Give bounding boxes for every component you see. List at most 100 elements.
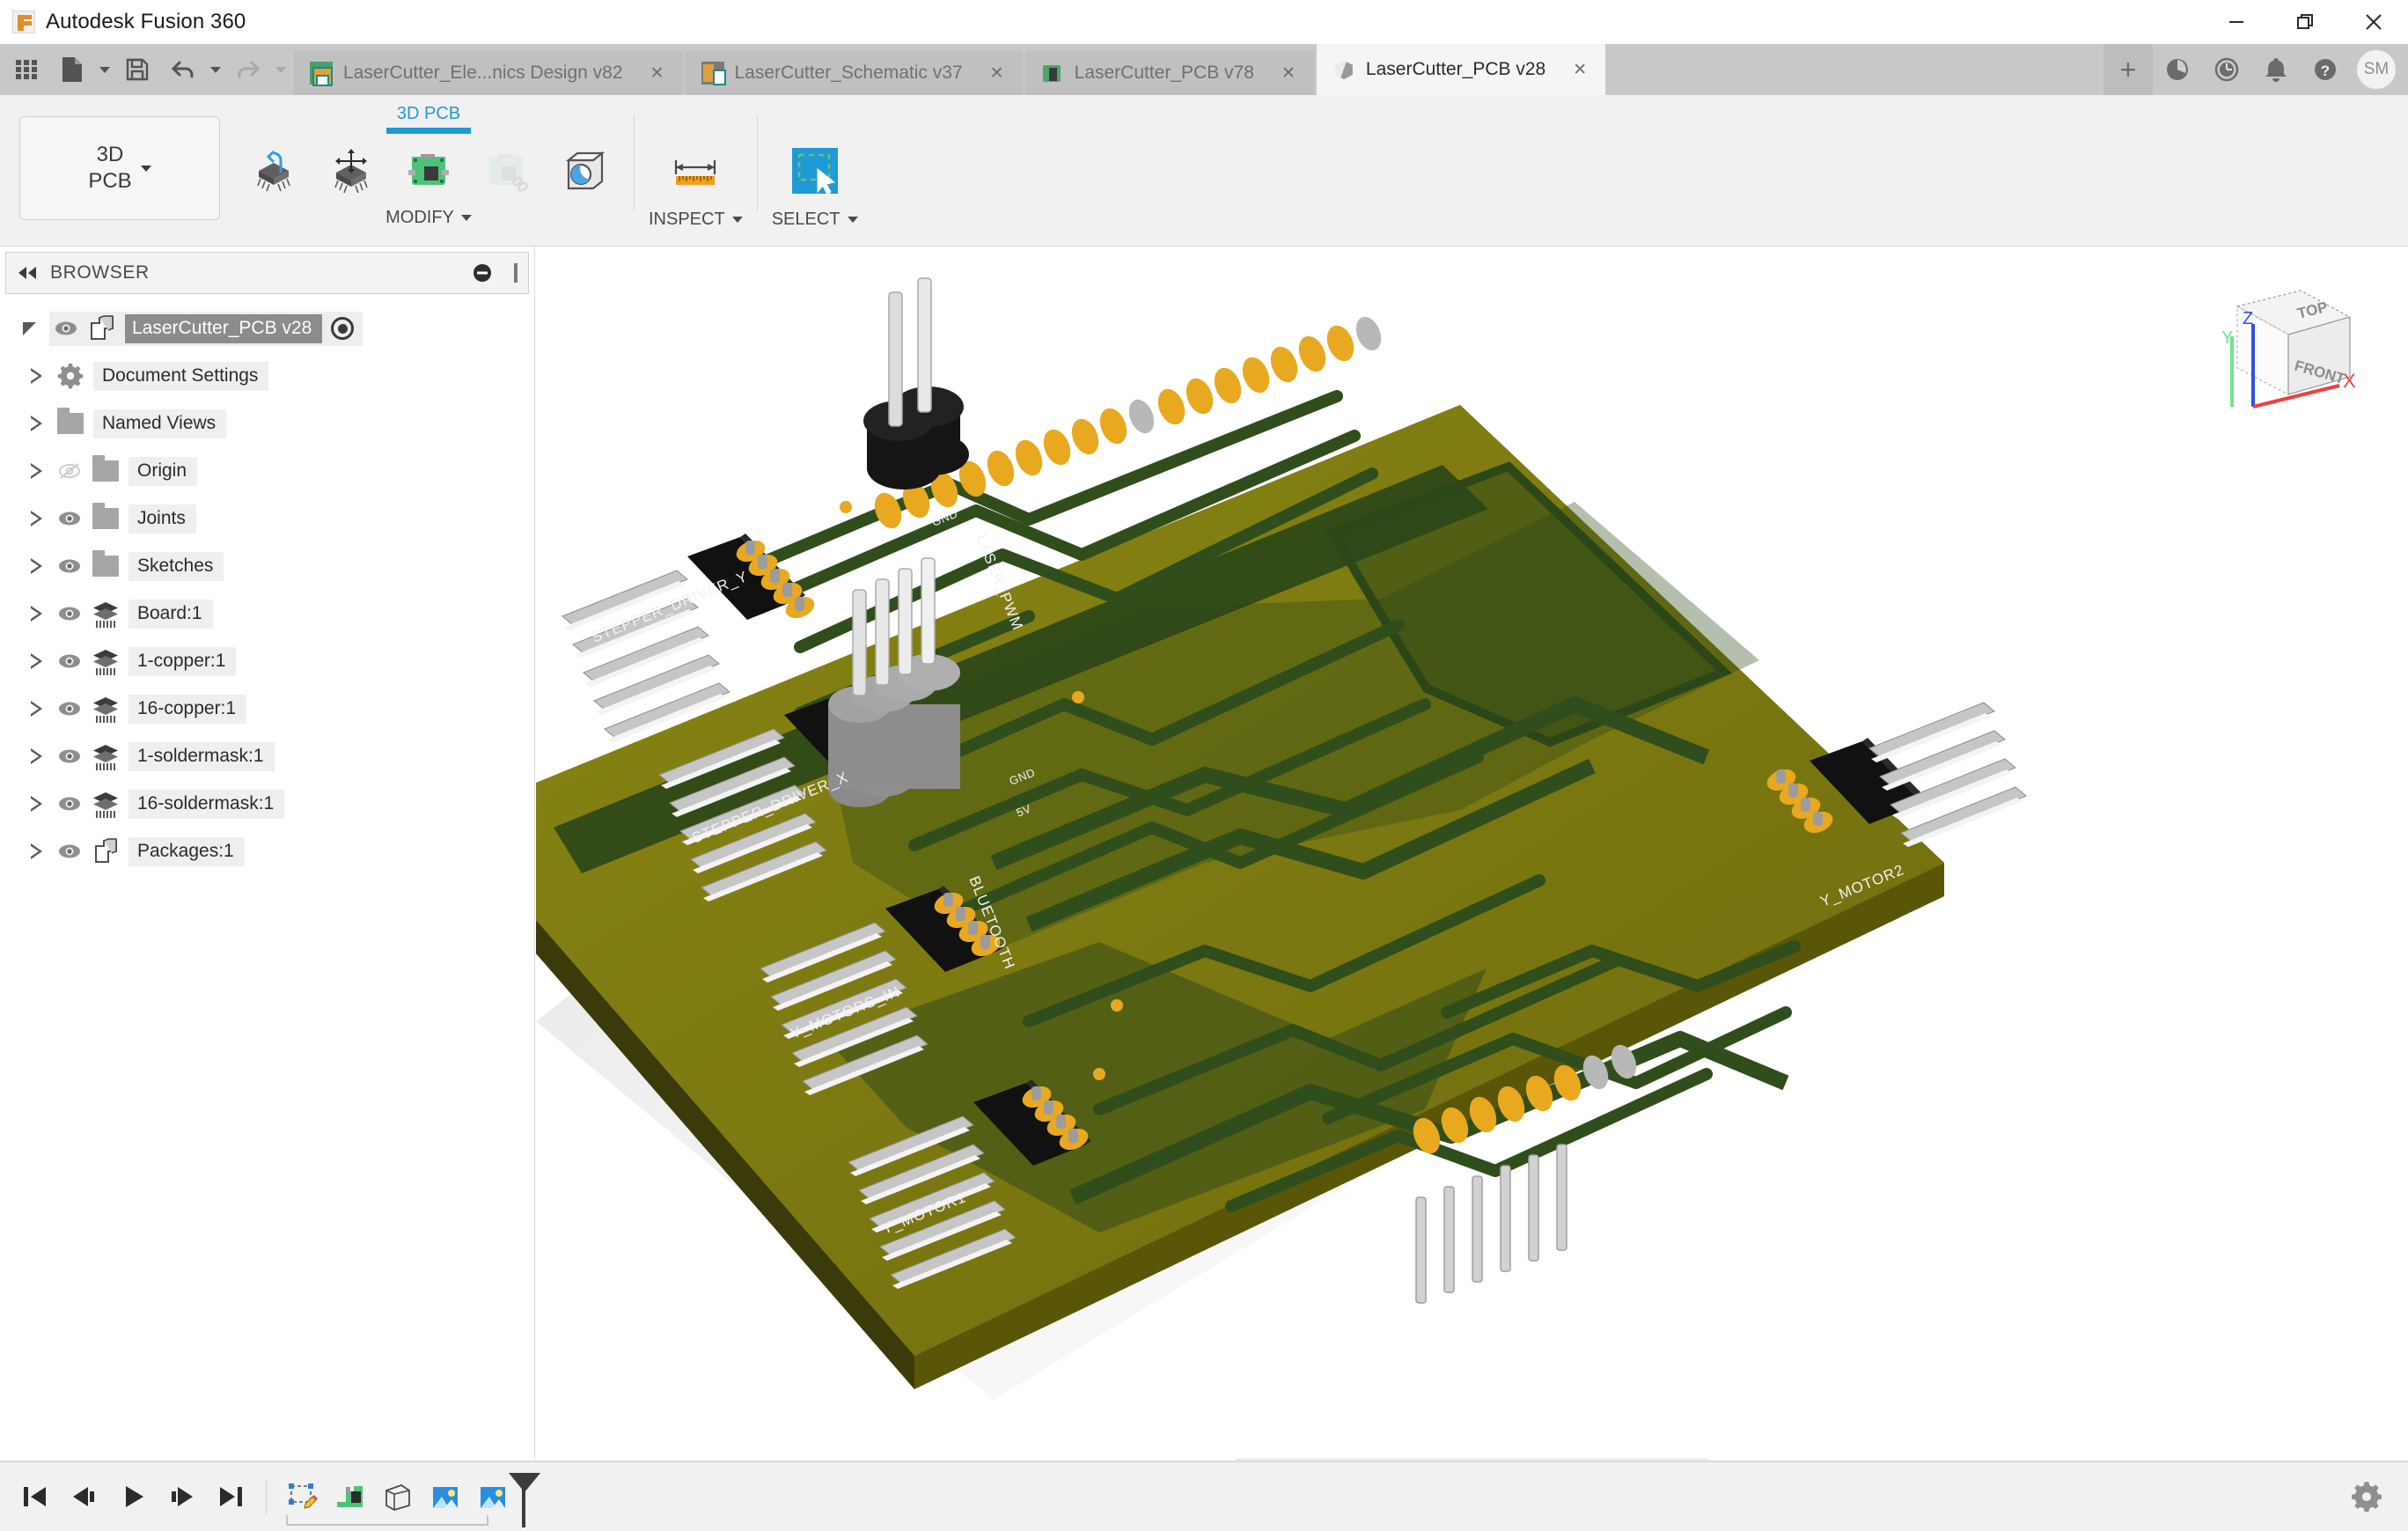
window-controls [2202,0,2408,44]
tree-node-joints[interactable]: Joints [0,495,534,542]
workspace-switcher[interactable]: 3D PCB [19,116,220,220]
expand-toggle-icon[interactable] [25,792,48,815]
panel-resize-grip[interactable] [514,263,518,283]
visibility-eye-icon[interactable] [53,315,79,342]
modify-panel-caret-icon[interactable] [461,215,472,221]
svg-text:?: ? [2321,63,2330,79]
document-tab-3[interactable]: LaserCutter_PCB v28 ✕ [1317,44,1605,95]
visibility-eye-icon[interactable] [56,696,83,722]
visibility-eye-icon[interactable] [56,838,83,865]
expand-toggle-icon[interactable] [25,555,48,578]
tree-node-document-settings[interactable]: Document Settings [0,352,534,400]
tree-node-1-soldermask[interactable]: 1-soldermask:1 [0,732,534,780]
document-tab-2[interactable]: LaserCutter_PCB v78 ✕ [1025,51,1314,95]
expand-toggle-icon[interactable] [25,460,48,482]
minimize-button[interactable] [2202,0,2271,44]
new-document-caret-icon[interactable] [95,44,114,95]
redo-caret-icon[interactable] [271,44,290,95]
visibility-eye-icon[interactable] [56,553,83,579]
expand-toggle-icon[interactable] [25,412,48,435]
document-tab-1[interactable]: LaserCutter_Schematic v37 ✕ [686,51,1023,95]
restore-button[interactable] [2271,0,2339,44]
new-tab-button[interactable]: + [2103,44,2153,95]
ribbon-panel-modify: 3D PCB [238,95,620,228]
close-tab-icon[interactable]: ✕ [986,62,1009,85]
notification-bell-icon[interactable] [2251,44,2301,95]
expand-toggle-icon[interactable] [25,602,48,625]
tree-node-root[interactable]: LaserCutter_PCB v28 [0,305,534,352]
settings-gear-icon[interactable] [2346,1476,2387,1517]
inspect-panel-caret-icon[interactable] [732,217,743,223]
pcb-3d-model[interactable]: STEPPER_DRIVER_Y STEPPER_DRIVER_X Y_MOTO… [536,247,2408,1531]
quick-access-toolbar [0,44,294,95]
help-icon[interactable]: ? [2301,44,2350,95]
timeline-step-forward-icon[interactable] [160,1473,204,1520]
visibility-eye-icon[interactable] [56,505,83,532]
collapse-left-icon[interactable] [17,265,38,281]
workspace-line1: 3D [88,142,131,168]
undo-icon[interactable] [160,44,206,95]
document-tabs: LaserCutter_Ele...nics Design v82 ✕ Lase… [294,44,1608,95]
ribbon-panel-select: SELECT [772,95,858,230]
select-panel-caret-icon[interactable] [848,217,858,223]
window-select-icon[interactable] [779,141,851,206]
activate-component-radio[interactable] [331,317,354,340]
apps-grid-icon[interactable] [4,44,49,95]
expand-toggle-icon[interactable] [25,697,48,720]
undo-caret-icon[interactable] [206,44,225,95]
close-tab-icon[interactable]: ✕ [1277,62,1300,85]
extensions-icon[interactable] [2153,44,2202,95]
tree-node-1-copper[interactable]: 1-copper:1 [0,637,534,685]
tree-node-label: Document Settings [93,362,268,391]
3d-viewport[interactable]: STEPPER_DRIVER_Y STEPPER_DRIVER_X Y_MOTO… [536,247,2408,1531]
tree-node-16-soldermask[interactable]: 16-soldermask:1 [0,780,534,828]
edit-3d-package-icon[interactable] [393,139,465,204]
tree-node-named-views[interactable]: Named Views [0,400,534,447]
pcb-feature-icon[interactable] [327,1478,374,1517]
expand-toggle-icon[interactable] [25,840,48,863]
browser-title: BROWSER [50,262,150,283]
timeline-step-back-icon[interactable] [62,1473,106,1520]
timeline-go-end-icon[interactable] [209,1473,253,1520]
tree-node-origin[interactable]: Origin [0,447,534,495]
sketch-feature-icon[interactable] [279,1478,327,1517]
document-tab-0[interactable]: LaserCutter_Ele...nics Design v82 ✕ [294,51,683,95]
timeline-controls [12,1473,253,1520]
save-icon[interactable] [114,44,160,95]
visibility-eye-hidden-icon[interactable] [56,458,83,484]
timeline-play-icon[interactable] [111,1473,155,1520]
expand-toggle-icon[interactable] [25,364,48,387]
appearance-icon[interactable] [547,139,620,204]
close-button[interactable] [2339,0,2408,44]
close-tab-icon[interactable]: ✕ [646,62,669,85]
visibility-eye-icon[interactable] [56,791,83,817]
workspace-caret-icon[interactable] [141,166,151,172]
document-tab-label: LaserCutter_PCB v28 [1366,59,1545,80]
move-component-icon[interactable] [315,139,387,204]
visibility-eye-icon[interactable] [56,743,83,769]
expand-toggle-icon[interactable] [25,507,48,530]
component-icon [88,314,116,342]
visibility-eye-icon[interactable] [56,648,83,674]
ribbon-tab-3d-pcb[interactable]: 3D PCB [397,104,460,124]
tree-node-16-copper[interactable]: 16-copper:1 [0,685,534,732]
account-avatar[interactable]: SM [2357,50,2396,89]
canvas-feature-icon[interactable] [422,1478,469,1517]
expand-toggle-icon[interactable] [25,745,48,768]
tree-node-packages[interactable]: Packages:1 [0,828,534,875]
body-feature-icon[interactable] [374,1478,422,1517]
job-status-clock-icon[interactable] [2202,44,2251,95]
redo-icon[interactable] [225,44,271,95]
view-cube[interactable]: TOP FRONT Z Y X [2195,282,2362,431]
minimize-panel-icon[interactable] [472,262,493,283]
tree-node-sketches[interactable]: Sketches [0,542,534,590]
measure-icon[interactable] [659,141,731,206]
expand-toggle-icon[interactable] [18,317,40,340]
close-tab-icon[interactable]: ✕ [1568,58,1591,81]
timeline-go-start-icon[interactable] [12,1473,56,1520]
tree-node-board[interactable]: Board:1 [0,590,534,637]
align-component-icon[interactable] [238,139,310,204]
visibility-eye-icon[interactable] [56,600,83,627]
expand-toggle-icon[interactable] [25,650,48,673]
new-document-icon[interactable] [49,44,95,95]
